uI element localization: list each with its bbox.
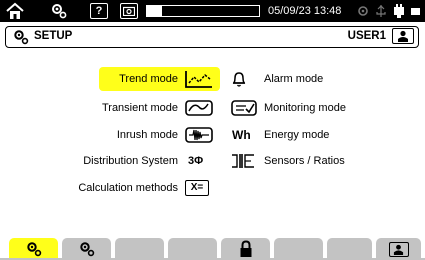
user-tab-icon	[388, 241, 409, 257]
tab-3[interactable]	[115, 238, 164, 260]
setup-tab-icon	[26, 242, 41, 257]
tab-lock[interactable]	[221, 238, 270, 260]
menu-item-monitoring-mode[interactable]: Monitoring mode	[264, 98, 346, 118]
menu-item-sensors-ratios[interactable]: Sensors / Ratios	[264, 151, 345, 171]
settings-icon[interactable]	[48, 0, 70, 22]
tab-advanced-setup[interactable]	[62, 238, 111, 260]
screenshot-icon[interactable]	[118, 0, 140, 22]
tab-4[interactable]	[168, 238, 217, 260]
user-icon[interactable]	[392, 28, 414, 44]
trend-icon[interactable]	[184, 69, 214, 89]
monitoring-icon[interactable]	[230, 98, 258, 118]
calculation-glyph: X=	[185, 180, 209, 196]
datetime: 05/09/23 13:48	[268, 5, 342, 17]
usb-icon	[374, 0, 388, 22]
page-title: SETUP	[34, 30, 73, 42]
tab-6[interactable]	[274, 238, 323, 260]
inrush-icon[interactable]	[184, 125, 214, 145]
home-icon[interactable]	[4, 0, 26, 22]
advanced-setup-icon	[79, 242, 94, 257]
sensors-icon[interactable]	[230, 151, 256, 171]
calculation-icon[interactable]: X=	[184, 178, 210, 198]
lock-icon	[240, 240, 251, 257]
energy-icon[interactable]: Wh	[232, 125, 251, 145]
network-icon	[356, 0, 370, 22]
menu-item-inrush-mode[interactable]: Inrush mode	[117, 125, 178, 145]
distribution-icon[interactable]: 3Φ	[188, 151, 203, 171]
transient-icon[interactable]	[184, 98, 214, 118]
power-plug-icon	[392, 0, 406, 22]
battery-status-icon	[410, 0, 422, 22]
menu-item-calculation-methods[interactable]: Calculation methods	[78, 178, 178, 198]
tab-setup[interactable]	[9, 238, 58, 260]
battery-level	[147, 6, 162, 16]
user-name: USER1	[347, 30, 386, 42]
setup-icon	[13, 29, 29, 50]
menu-item-energy-mode[interactable]: Energy mode	[264, 125, 329, 145]
help-icon[interactable]: ?	[88, 0, 110, 22]
menu-item-distribution-system[interactable]: Distribution System	[83, 151, 178, 171]
menu-item-trend-mode[interactable]: Trend mode	[119, 69, 178, 89]
battery-icon	[146, 5, 260, 17]
tab-7[interactable]	[327, 238, 372, 260]
tab-user[interactable]	[376, 238, 421, 260]
menu-item-alarm-mode[interactable]: Alarm mode	[264, 69, 323, 89]
menu-item-transient-mode[interactable]: Transient mode	[102, 98, 178, 118]
status-bar: ? 05/09/23 13:48	[0, 0, 425, 22]
alarm-bell-icon[interactable]	[230, 69, 248, 89]
title-bar: SETUP USER1	[5, 26, 419, 48]
